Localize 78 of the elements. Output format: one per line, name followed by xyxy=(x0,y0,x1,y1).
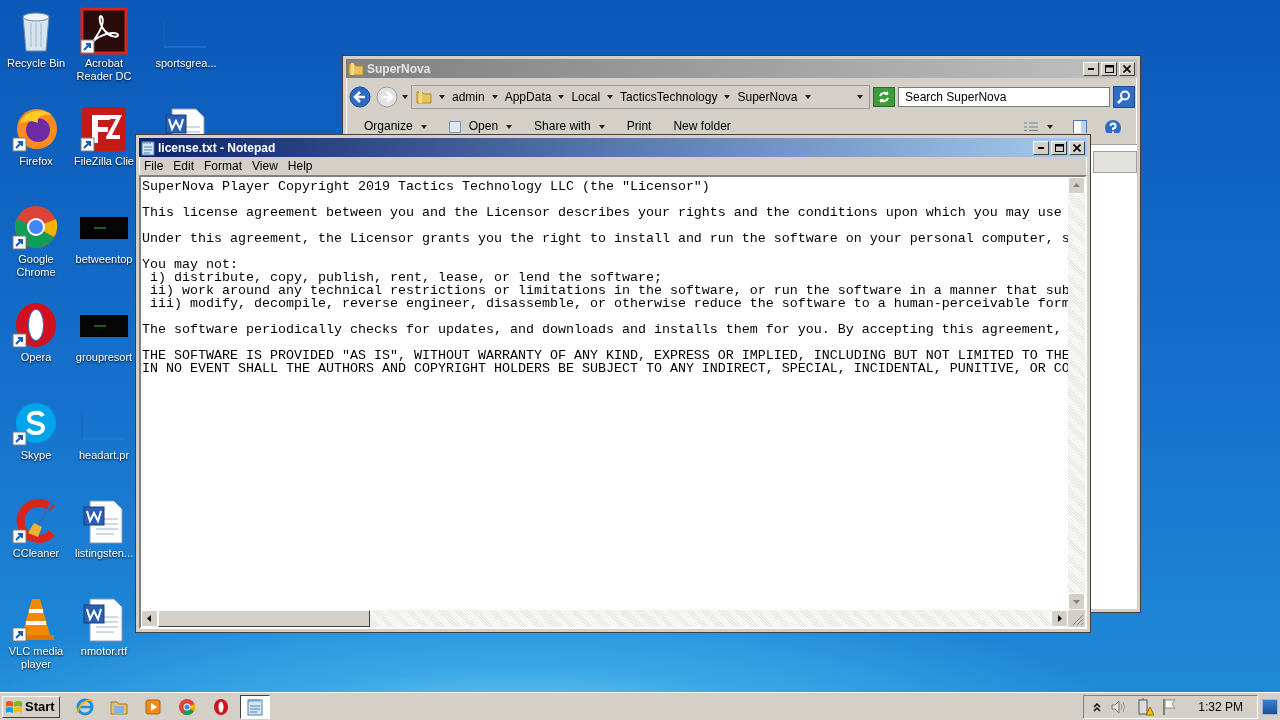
notepad-icon xyxy=(244,696,265,717)
desktop-icon-label[interactable]: VLC media player xyxy=(0,645,72,671)
media-player-icon xyxy=(142,696,163,717)
folder-icon xyxy=(348,60,364,77)
list-view-icon xyxy=(1023,122,1039,131)
menu-item[interactable]: Help xyxy=(282,159,318,173)
caret-icon xyxy=(598,124,605,129)
filezilla-icon[interactable] xyxy=(80,105,128,153)
scroll-up-icon[interactable] xyxy=(1068,177,1085,194)
folder-icon xyxy=(416,89,432,105)
notepad-icon xyxy=(141,139,155,156)
desktop-icon-label[interactable]: sportsgrea... xyxy=(155,57,217,70)
caret-icon xyxy=(724,95,731,99)
window-title: SuperNova xyxy=(367,61,432,76)
desktop-icon-label[interactable]: CCleaner xyxy=(12,547,60,560)
menu-item[interactable]: File xyxy=(139,159,169,173)
flag-icon[interactable] xyxy=(1162,697,1179,716)
caret-icon xyxy=(420,124,427,129)
pdf-reader-icon[interactable] xyxy=(80,7,128,55)
text-line: This license agreement between you and the Licensor describes your rights and the conditions upon which you may use xyxy=(142,206,1063,219)
menu-item[interactable]: View xyxy=(247,159,283,173)
maximize-icon xyxy=(1104,64,1114,73)
desktop-icon-label[interactable]: Google Chrome xyxy=(0,253,72,279)
close-button[interactable] xyxy=(1069,140,1085,155)
desktop-icon-label[interactable]: headart.pr xyxy=(78,449,130,462)
scroll-left-icon[interactable] xyxy=(141,610,158,627)
minimize-button[interactable] xyxy=(1033,140,1049,155)
text-line: SuperNova Player Copyright 2019 Tactics Technology LLC (the "Licensor") xyxy=(142,180,711,193)
caret-icon xyxy=(558,95,565,99)
close-icon xyxy=(1123,64,1131,73)
scroll-right-icon[interactable] xyxy=(1051,610,1068,627)
resize-grip-icon[interactable] xyxy=(1068,610,1085,627)
start-button[interactable]: Start xyxy=(2,695,60,718)
chrome-icon[interactable] xyxy=(12,203,60,251)
network-warning-icon[interactable] xyxy=(1136,697,1155,716)
menu-item[interactable]: Format xyxy=(199,159,248,173)
close-icon xyxy=(1073,143,1081,152)
minimize-icon xyxy=(1088,67,1094,70)
show-desktop-button[interactable] xyxy=(1262,698,1278,715)
window-title: license.txt - Notepad xyxy=(158,140,277,155)
caret-icon xyxy=(1047,124,1053,129)
scroll-thumb[interactable] xyxy=(158,610,370,627)
horizontal-scrollbar[interactable] xyxy=(141,610,1068,627)
maximize-button[interactable] xyxy=(1051,140,1067,155)
desktop-icon-label[interactable]: Skype xyxy=(20,449,52,462)
caret-icon xyxy=(804,95,811,99)
taskbar-button[interactable] xyxy=(239,694,270,719)
desktop-icon-label[interactable]: FileZilla Clie xyxy=(74,155,134,168)
desktop-icon-label[interactable]: Opera xyxy=(20,351,52,364)
text-line: ii) work around any technical restrictions or limitations in the software, or run the software in a manner that sub xyxy=(149,284,1068,297)
menu-item[interactable]: Edit xyxy=(168,159,200,173)
caret-icon xyxy=(506,124,513,129)
caret-icon xyxy=(491,95,498,99)
windows-logo-icon xyxy=(5,698,23,715)
vertical-scrollbar[interactable] xyxy=(1068,177,1085,610)
caret-icon xyxy=(607,95,614,99)
dropdown-caret-icon xyxy=(857,95,863,99)
caret-icon xyxy=(439,95,445,99)
text-line: i) distribute, copy, publish, rent, lease, or lend the software; xyxy=(149,271,663,284)
desktop-icon-label[interactable]: Firefox xyxy=(19,155,53,168)
desktop-icon-label[interactable]: Recycle Bin xyxy=(6,57,66,70)
refresh-icon xyxy=(876,89,892,105)
desktop-icon-label[interactable]: listingsten... xyxy=(74,547,134,560)
maximize-icon xyxy=(1054,143,1064,152)
desktop-icon-label[interactable]: Acrobat Reader DC xyxy=(72,57,136,83)
text-line: The software periodically checks for updates, and downloads and installs them for you. By accepting this agreement, xyxy=(142,323,1063,336)
chrome-icon xyxy=(176,696,197,717)
text-line: Under this agreement, the Licensor grants you the right to install and run the software on your personal computer, s xyxy=(142,232,1068,245)
clock[interactable]: 1:32 PM xyxy=(1198,699,1243,714)
desktop-icon-label[interactable]: groupresort xyxy=(75,351,133,364)
chevron-up-icon[interactable] xyxy=(1092,700,1103,713)
minimize-icon xyxy=(1038,146,1044,149)
browser-icon xyxy=(74,696,95,717)
file-icon xyxy=(448,120,461,133)
search-icon xyxy=(1116,89,1132,105)
text-line: You may not: xyxy=(142,258,238,271)
scroll-down-icon[interactable] xyxy=(1068,593,1085,610)
desktop-icon-label[interactable]: betweentop xyxy=(75,253,133,266)
